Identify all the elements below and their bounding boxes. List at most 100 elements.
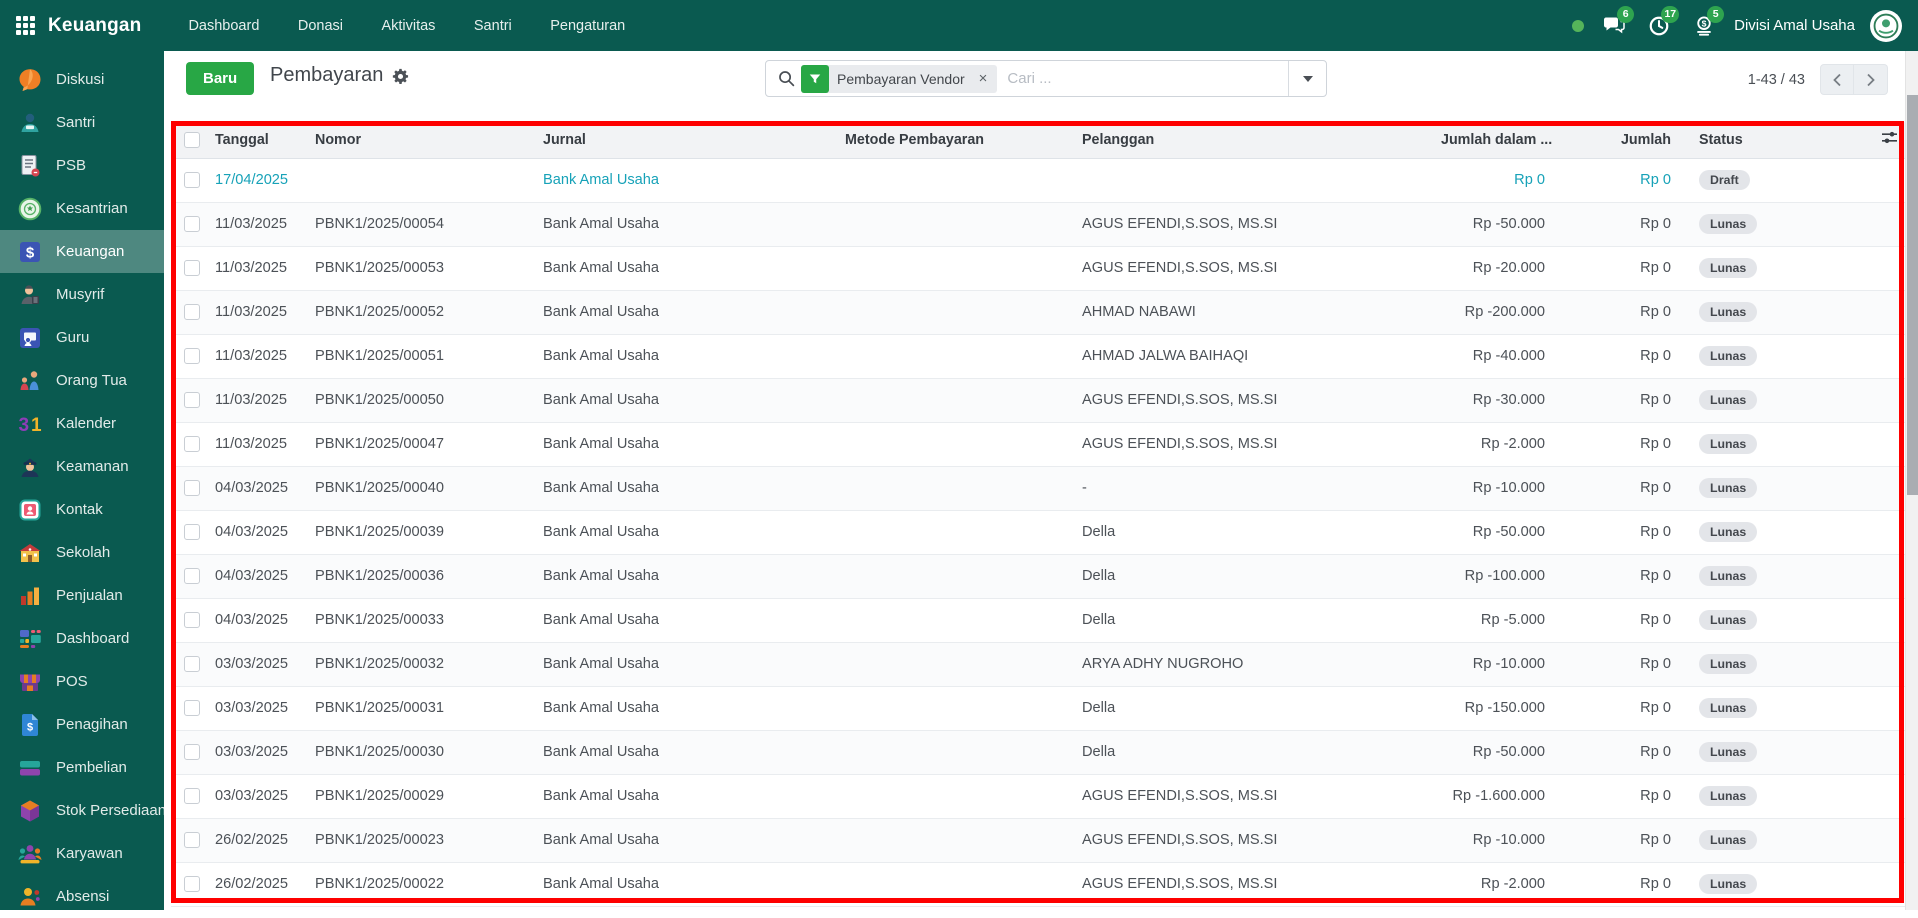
payments-button[interactable]: $ 5 (1689, 12, 1719, 40)
table-row[interactable]: 17/04/2025 Bank Amal Usaha Rp 0 Rp 0 Dra… (171, 158, 1911, 202)
sidebar-item-pos[interactable]: POS (0, 660, 164, 703)
cell-tanggal: 11/03/2025 (215, 202, 315, 246)
cell-jumlah: Rp 0 (1559, 246, 1685, 290)
row-checkbox[interactable] (184, 436, 200, 452)
cell-jurnal: Bank Amal Usaha (543, 862, 845, 906)
table-row[interactable]: 04/03/2025 PBNK1/2025/00040 Bank Amal Us… (171, 466, 1911, 510)
table-row[interactable]: 11/03/2025 PBNK1/2025/00051 Bank Amal Us… (171, 334, 1911, 378)
sidebar-item-keuangan[interactable]: $ Keuangan (0, 230, 164, 273)
table-row[interactable]: 11/03/2025 PBNK1/2025/00047 Bank Amal Us… (171, 422, 1911, 466)
row-checkbox[interactable] (184, 744, 200, 760)
header-jurnal[interactable]: Jurnal (543, 122, 845, 158)
row-checkbox[interactable] (184, 524, 200, 540)
search-dropdown-toggle[interactable] (1288, 61, 1326, 96)
table-row[interactable]: 03/03/2025 PBNK1/2025/00031 Bank Amal Us… (171, 686, 1911, 730)
sidebar-item-kontak[interactable]: Kontak (0, 488, 164, 531)
status-badge: Lunas (1699, 346, 1757, 366)
sidebar-item-dashboard[interactable]: Dashboard (0, 617, 164, 660)
gear-icon[interactable] (392, 68, 409, 85)
cell-status: Lunas (1685, 554, 1911, 598)
sidebar-item-absensi[interactable]: Absensi (0, 875, 164, 918)
topbar-menu-item[interactable]: Pengaturan (533, 0, 642, 51)
sidebar-item-stok-persediaan[interactable]: Stok Persediaan (0, 789, 164, 832)
row-checkbox[interactable] (184, 876, 200, 892)
guru-icon (16, 324, 43, 351)
sidebar-item-santri[interactable]: Santri (0, 101, 164, 144)
row-checkbox[interactable] (184, 304, 200, 320)
header-nomor[interactable]: Nomor (315, 122, 543, 158)
user-name[interactable]: Divisi Amal Usaha (1734, 17, 1855, 34)
sidebar-item-diskusi[interactable]: Diskusi (0, 58, 164, 101)
row-checkbox[interactable] (184, 480, 200, 496)
table-row[interactable]: 11/03/2025 PBNK1/2025/00052 Bank Amal Us… (171, 290, 1911, 334)
new-button[interactable]: Baru (186, 62, 254, 95)
column-settings-icon[interactable] (1881, 130, 1898, 149)
row-checkbox[interactable] (184, 216, 200, 232)
filter-remove-icon[interactable]: × (973, 70, 994, 87)
table-row[interactable]: 03/03/2025 PBNK1/2025/00029 Bank Amal Us… (171, 774, 1911, 818)
app-brand[interactable]: Keuangan (48, 15, 141, 37)
table-row[interactable]: 26/02/2025 PBNK1/2025/00022 Bank Amal Us… (171, 862, 1911, 906)
sidebar-item-guru[interactable]: Guru (0, 316, 164, 359)
topbar-menu-item[interactable]: Santri (457, 0, 529, 51)
table-row[interactable]: 04/03/2025 PBNK1/2025/00039 Bank Amal Us… (171, 510, 1911, 554)
vertical-scrollbar[interactable] (1905, 51, 1918, 910)
pager-next-button[interactable] (1854, 64, 1888, 95)
header-pelanggan[interactable]: Pelanggan (1082, 122, 1441, 158)
cell-status: Lunas (1685, 202, 1911, 246)
table-row[interactable]: 11/03/2025 PBNK1/2025/00050 Bank Amal Us… (171, 378, 1911, 422)
apps-grid-icon[interactable] (16, 16, 36, 36)
row-checkbox[interactable] (184, 568, 200, 584)
sidebar-item-pembelian[interactable]: Pembelian (0, 746, 164, 789)
scrollbar-thumb[interactable] (1907, 95, 1918, 495)
sidebar-item-kesantrian[interactable]: Kesantrian (0, 187, 164, 230)
header-jumlah-dalam[interactable]: Jumlah dalam ... (1441, 122, 1559, 158)
topbar-menu-item[interactable]: Dashboard (171, 0, 276, 51)
cell-jumlah-dalam: Rp -50.000 (1441, 202, 1559, 246)
table-row[interactable]: 26/02/2025 PBNK1/2025/00023 Bank Amal Us… (171, 818, 1911, 862)
sidebar-item-sekolah[interactable]: Sekolah (0, 531, 164, 574)
header-tanggal[interactable]: Tanggal (215, 122, 315, 158)
row-checkbox[interactable] (184, 392, 200, 408)
row-checkbox[interactable] (184, 788, 200, 804)
table-row[interactable]: 04/03/2025 PBNK1/2025/00036 Bank Amal Us… (171, 554, 1911, 598)
cell-tanggal: 11/03/2025 (215, 422, 315, 466)
header-metode[interactable]: Metode Pembayaran (845, 122, 1082, 158)
row-checkbox[interactable] (184, 656, 200, 672)
sidebar-item-karyawan[interactable]: Karyawan (0, 832, 164, 875)
activities-button[interactable]: 17 (1644, 12, 1674, 40)
sidebar-item-keamanan[interactable]: Keamanan (0, 445, 164, 488)
cell-jumlah-dalam: Rp -40.000 (1441, 334, 1559, 378)
sidebar-item-psb[interactable]: PSB (0, 144, 164, 187)
header-status[interactable]: Status (1699, 132, 1743, 148)
table-row[interactable]: 03/03/2025 PBNK1/2025/00030 Bank Amal Us… (171, 730, 1911, 774)
row-checkbox[interactable] (184, 700, 200, 716)
table-row[interactable]: 03/03/2025 PBNK1/2025/00032 Bank Amal Us… (171, 642, 1911, 686)
row-checkbox[interactable] (184, 832, 200, 848)
sidebar-item-penagihan[interactable]: $ Penagihan (0, 703, 164, 746)
table-row[interactable]: 11/03/2025 PBNK1/2025/00054 Bank Amal Us… (171, 202, 1911, 246)
messages-button[interactable]: 6 (1599, 12, 1629, 40)
search-input[interactable] (997, 70, 1288, 87)
sidebar-item-musyrif[interactable]: Musyrif (0, 273, 164, 316)
table-row[interactable]: 11/03/2025 PBNK1/2025/00053 Bank Amal Us… (171, 246, 1911, 290)
table-row[interactable]: 04/03/2025 PBNK1/2025/00033 Bank Amal Us… (171, 598, 1911, 642)
topbar-menu-item[interactable]: Aktivitas (364, 0, 452, 51)
stok-persediaan-icon (16, 797, 43, 824)
cell-jumlah-dalam: Rp -2.000 (1441, 422, 1559, 466)
cell-status: Lunas (1685, 378, 1911, 422)
topbar-menu-item[interactable]: Donasi (281, 0, 360, 51)
row-checkbox[interactable] (184, 172, 200, 188)
header-jumlah[interactable]: Jumlah (1559, 122, 1685, 158)
row-checkbox[interactable] (184, 348, 200, 364)
sidebar-item-orang-tua[interactable]: Orang Tua (0, 359, 164, 402)
sidebar-item-kalender[interactable]: 31 Kalender (0, 402, 164, 445)
row-checkbox[interactable] (184, 260, 200, 276)
pager-prev-button[interactable] (1820, 64, 1854, 95)
sidebar-item-penjualan[interactable]: Penjualan (0, 574, 164, 617)
avatar[interactable] (1870, 10, 1902, 42)
row-checkbox[interactable] (184, 612, 200, 628)
select-all-checkbox[interactable] (184, 132, 200, 148)
payments-table-wrap: Tanggal Nomor Jurnal Metode Pembayaran P… (171, 122, 1911, 910)
cell-metode (845, 246, 1082, 290)
